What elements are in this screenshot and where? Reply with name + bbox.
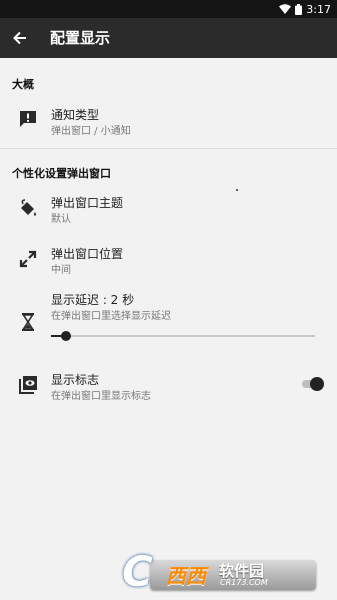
delay-slider[interactable] xyxy=(51,331,315,341)
message-alert-icon xyxy=(17,108,39,130)
wifi-icon xyxy=(279,4,292,14)
status-bar: 3:17 xyxy=(0,0,337,18)
setting-title: 显示延迟 : 2 秒 xyxy=(51,293,135,307)
watermark-logo: C 西西 软件园 CR173.COM xyxy=(122,550,318,594)
paint-bucket-icon xyxy=(17,197,39,219)
section-header-popup: 个性化设置弹出窗口 xyxy=(12,167,111,180)
status-icons: 3:17 xyxy=(279,2,331,16)
slider-thumb[interactable] xyxy=(60,331,71,341)
setting-title: 通知类型 xyxy=(51,108,100,122)
setting-subtitle: 默认 xyxy=(51,214,71,225)
hourglass-icon xyxy=(17,311,39,333)
setting-subtitle: 弹出窗口 / 小通知 xyxy=(51,126,131,137)
section-header-overview: 大概 xyxy=(12,78,34,91)
watermark-letter: C xyxy=(122,547,153,596)
status-time: 3:17 xyxy=(306,2,331,16)
app-toolbar: 配置显示 xyxy=(0,18,337,58)
badge-eye-icon xyxy=(17,374,39,396)
back-button[interactable] xyxy=(10,28,30,48)
setting-title: 弹出窗口主题 xyxy=(51,196,124,210)
divider xyxy=(0,148,337,149)
watermark-text-main: 西西 xyxy=(166,564,206,588)
slider-fill xyxy=(51,335,62,337)
setting-subtitle: 在弹出窗口里显示标志 xyxy=(51,391,151,402)
show-badge-switch[interactable] xyxy=(302,377,324,391)
arrow-left-icon xyxy=(13,31,26,45)
switch-thumb xyxy=(310,377,324,391)
page-title: 配置显示 xyxy=(50,29,111,47)
arrows-expand-icon xyxy=(17,248,39,270)
decorative-dot xyxy=(236,189,238,191)
setting-subtitle: 在弹出窗口里选择显示延迟 xyxy=(51,311,171,322)
setting-subtitle: 中间 xyxy=(51,265,71,276)
setting-title: 显示标志 xyxy=(51,373,100,387)
setting-title: 弹出窗口位置 xyxy=(51,247,124,261)
watermark-url: CR173.COM xyxy=(220,578,268,587)
battery-icon xyxy=(295,3,303,15)
